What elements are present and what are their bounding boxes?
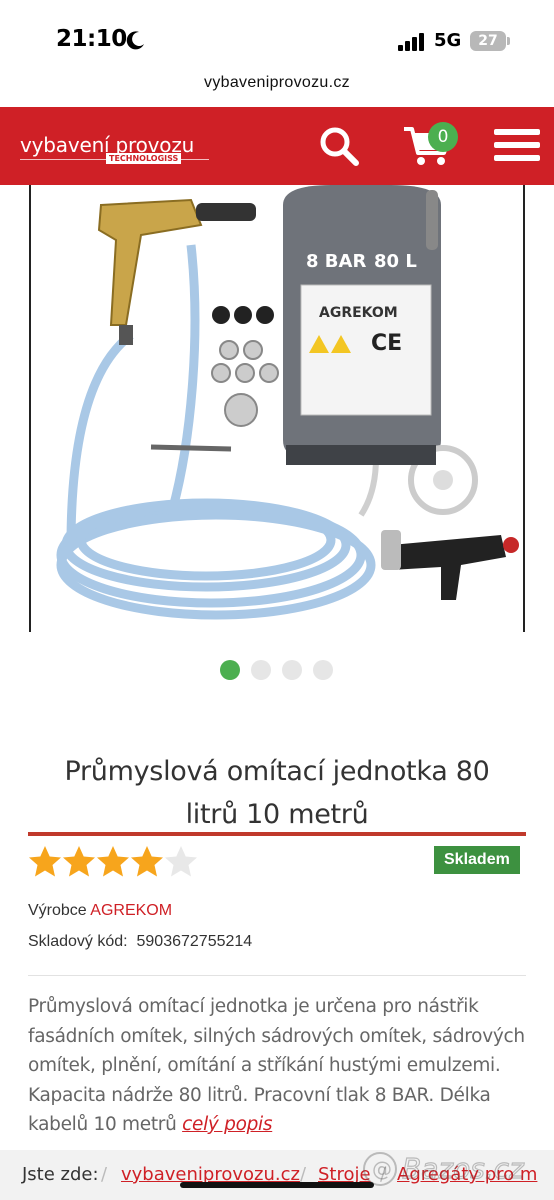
description-line: kabelů 10 metrů celý popis (28, 1110, 528, 1140)
breadcrumb-label: Jste zde: (22, 1164, 99, 1185)
description-line: Kapacita nádrže 80 litrů. Pracovní tlak … (28, 1084, 491, 1106)
carousel-dot[interactable] (220, 660, 240, 680)
star-rating[interactable] (28, 842, 198, 882)
product-image[interactable]: 8 BAR 80 L AGREKOM CE (29, 185, 525, 632)
title-line-1: Průmyslová omítací jednotka 80 (64, 756, 490, 787)
status-time: 21:10 (56, 26, 127, 52)
title-underline (28, 832, 526, 836)
moon-icon (126, 31, 144, 50)
sku-line: Skladový kód: 5903672755214 (28, 933, 252, 951)
product-title: Průmyslová omítací jednotka 80 litrů 10 … (20, 750, 534, 836)
product-illustration: 8 BAR 80 L AGREKOM CE (56, 185, 519, 620)
description-line: Průmyslová omítací jednotka je určena pr… (28, 996, 479, 1017)
star-empty-icon (165, 846, 197, 877)
description-line: fasádních omítek, silných sádrových omít… (28, 1025, 525, 1047)
tank-ce-label: CE (371, 331, 402, 356)
address-bar[interactable]: vybaveniprovozu.cz (0, 74, 554, 104)
svg-text:@: @ (372, 1157, 392, 1181)
battery-icon: 27 (470, 31, 506, 51)
battery-tip (507, 37, 510, 45)
cart-count-badge: 0 (428, 122, 458, 152)
signal-icon (398, 33, 424, 51)
site-logo[interactable]: vybavení provozu TECHNOLOGISS (20, 131, 215, 171)
stock-badge: Skladem (434, 846, 520, 874)
sku-label: Skladový kód: (28, 933, 128, 950)
star-icon (63, 846, 95, 877)
carousel-indicator (220, 660, 340, 682)
hamburger-menu-icon[interactable] (494, 129, 540, 165)
description-line: omítek, plnění, omítání a stříkání hustý… (28, 1055, 501, 1076)
status-bar: 21:10 5G 27 (0, 0, 554, 78)
carousel-dot[interactable] (251, 660, 271, 680)
sku-value: 5903672755214 (136, 933, 253, 950)
breadcrumb-separator: / (101, 1164, 108, 1185)
star-icon (97, 846, 129, 877)
tank-pressure-label: 8 BAR (306, 251, 366, 272)
title-line-2: litrů 10 metrů (185, 799, 369, 830)
watermark-text: Bazos.cz (402, 1152, 525, 1185)
carousel-dot[interactable] (282, 660, 302, 680)
bazos-watermark: @ Bazos.cz (363, 1151, 526, 1186)
tank-volume-label: 80 L (374, 251, 417, 272)
description-last-text: kabelů 10 metrů (28, 1114, 177, 1135)
star-icon (131, 846, 163, 877)
divider (28, 975, 526, 976)
home-indicator (180, 1182, 374, 1188)
site-header: vybavení provozu TECHNOLOGISS (0, 107, 554, 185)
logo-subtitle: TECHNOLOGISS (106, 153, 182, 164)
carousel-dot[interactable] (313, 660, 333, 680)
tank-brand-label: AGREKOM (319, 305, 398, 321)
full-description-link[interactable]: celý popis (182, 1114, 272, 1135)
manufacturer-link[interactable]: AGREKOM (90, 902, 172, 919)
search-icon[interactable] (318, 125, 360, 167)
star-icon (29, 846, 61, 877)
network-label: 5G (434, 30, 462, 51)
manufacturer-label: Výrobce (28, 902, 87, 919)
manufacturer-line: Výrobce AGREKOM (28, 902, 172, 920)
product-description: Průmyslová omítací jednotka je určena pr… (28, 992, 528, 1140)
